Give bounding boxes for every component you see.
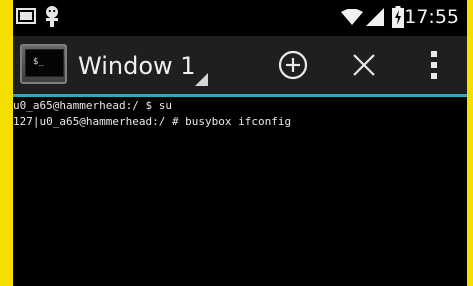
terminal-app-icon-screen: $_ [25, 49, 64, 77]
android-debug-icon [46, 6, 58, 27]
wifi-icon [341, 9, 363, 25]
phone-screen: 17:55 $_ Window 1 u0_a65@hammerhead:/ $ … [13, 0, 467, 286]
status-bar: 17:55 [13, 0, 467, 36]
add-window-icon[interactable] [278, 50, 308, 80]
terminal-app-icon-prompt: $_ [33, 57, 44, 67]
window-selector[interactable]: Window 1 [78, 48, 208, 86]
terminal-line: u0_a65@hammerhead:/ $ su [13, 99, 172, 112]
terminal-output[interactable]: u0_a65@hammerhead:/ $ su 127|u0_a65@hamm… [13, 97, 467, 286]
signal-icon [366, 8, 384, 26]
overflow-menu-icon[interactable] [429, 51, 439, 79]
dropdown-triangle-icon [195, 73, 208, 86]
close-window-icon[interactable] [352, 53, 376, 77]
window-title: Window 1 [78, 52, 196, 80]
terminal-app-icon[interactable]: $_ [20, 44, 67, 84]
terminal-line: 127|u0_a65@hammerhead:/ # busybox ifconf… [13, 115, 292, 128]
battery-icon [392, 6, 404, 28]
screenshot-icon [16, 8, 36, 24]
status-bar-clock: 17:55 [404, 6, 459, 28]
